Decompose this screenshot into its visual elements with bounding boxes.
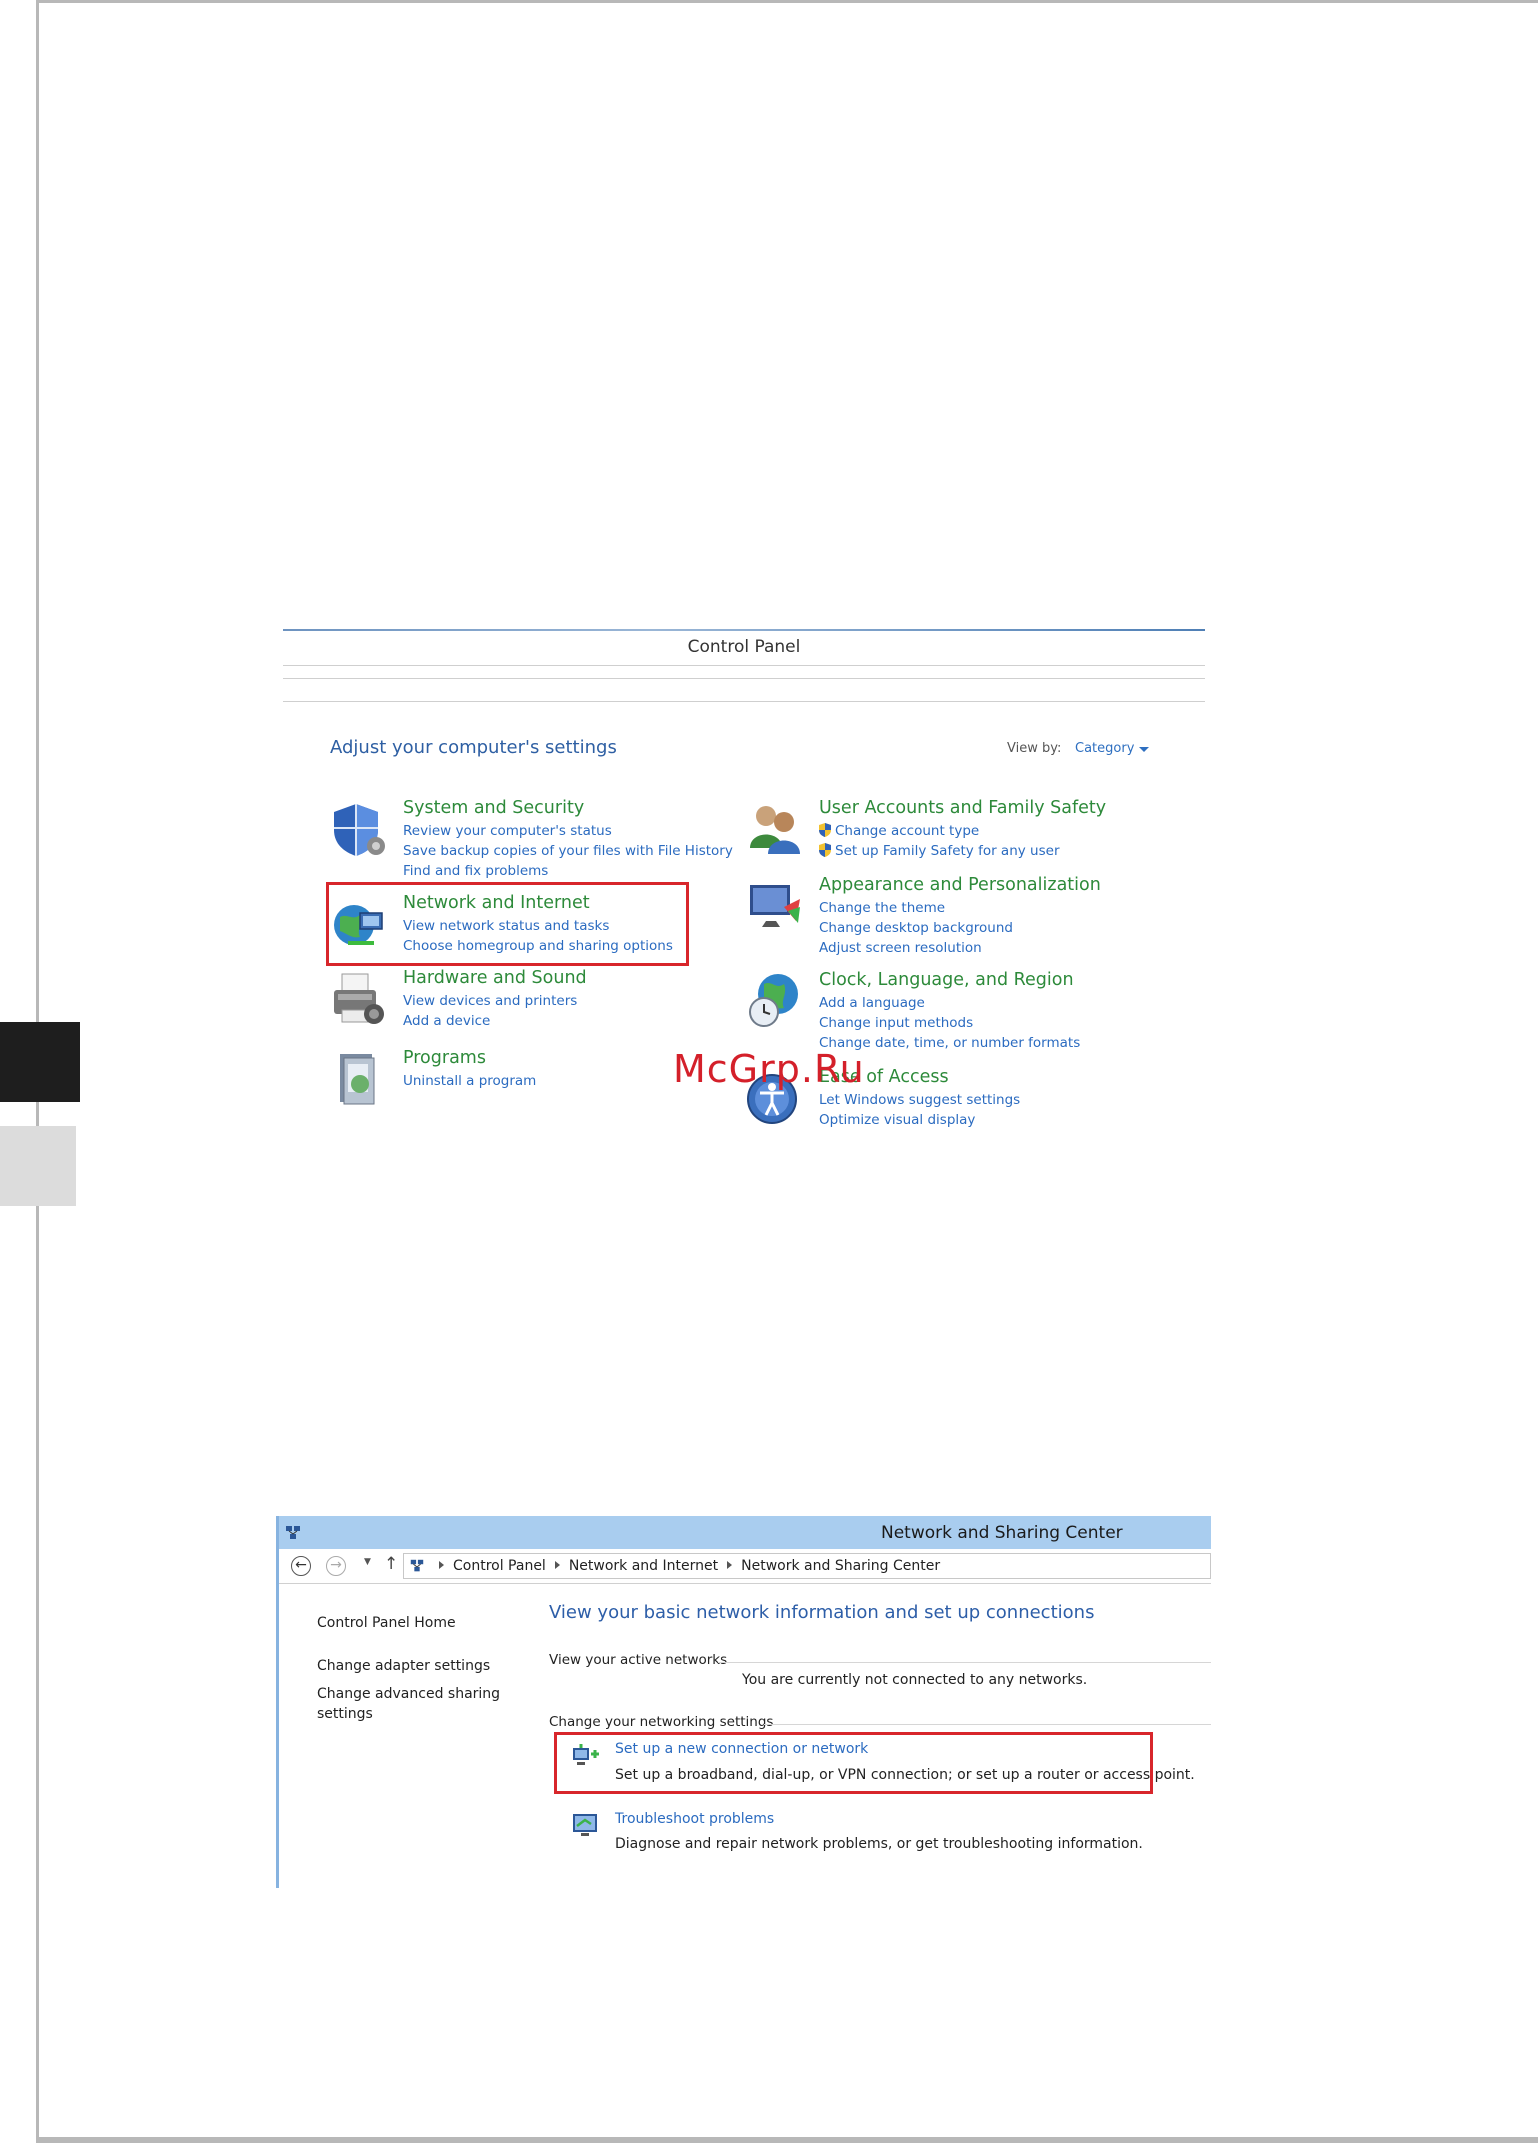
- breadcrumb-item[interactable]: Control Panel: [453, 1558, 546, 1574]
- category-link[interactable]: Optimize visual display: [819, 1110, 1020, 1130]
- users-icon: [750, 806, 800, 854]
- category-link[interactable]: Set up Family Safety for any user: [819, 841, 1060, 861]
- network-app-icon: [286, 1526, 300, 1539]
- highlight-network-internet: [326, 882, 689, 966]
- page-bottom-border: [36, 2137, 1538, 2143]
- printer-icon: [334, 973, 384, 1024]
- category-link[interactable]: Let Windows suggest settings: [819, 1090, 1020, 1110]
- section-divider: [764, 1724, 1211, 1725]
- category-link[interactable]: Change account type: [819, 821, 1060, 841]
- title-bar: Network and Sharing Center: [276, 1516, 1211, 1549]
- divider: [283, 701, 1205, 702]
- sidebar-item-home[interactable]: Control Panel Home: [317, 1612, 456, 1633]
- breadcrumb-item[interactable]: Network and Sharing Center: [741, 1558, 940, 1574]
- category-link[interactable]: Add a language: [819, 993, 1080, 1013]
- troubleshoot-link[interactable]: Troubleshoot problems: [615, 1811, 774, 1827]
- chevron-down-icon[interactable]: [1139, 747, 1149, 752]
- divider: [283, 665, 1205, 666]
- category-title[interactable]: Hardware and Sound: [403, 968, 587, 988]
- category-link[interactable]: Find and fix problems: [403, 861, 733, 881]
- uac-shield-icon: [819, 843, 831, 857]
- sidebar-item-advanced-sharing[interactable]: Change advanced sharing settings: [317, 1684, 500, 1724]
- address-bar: ← → ▼ ↑ Control Panel Network and Interne…: [279, 1549, 1211, 1583]
- page-heading: Adjust your computer's settings: [330, 737, 617, 758]
- category-link[interactable]: Change the theme: [819, 898, 1013, 918]
- category-link-label: Change account type: [835, 823, 980, 839]
- connection-status: You are currently not connected to any n…: [742, 1672, 1088, 1688]
- breadcrumb: Control Panel Network and Internet Network…: [430, 1558, 940, 1574]
- category-link[interactable]: View devices and printers: [403, 991, 577, 1011]
- title-accent-line: [283, 629, 1205, 631]
- highlight-setup-connection: [554, 1732, 1153, 1794]
- category-link-label: Set up Family Safety for any user: [835, 843, 1060, 859]
- recent-pages-chevron-icon[interactable]: ▼: [364, 1557, 371, 1567]
- change-settings-label: Change your networking settings: [549, 1714, 774, 1730]
- forward-arrow-icon[interactable]: →: [326, 1556, 346, 1576]
- category-title[interactable]: Programs: [403, 1048, 486, 1068]
- up-arrow-icon[interactable]: ↑: [384, 1554, 398, 1574]
- breadcrumb-separator-icon[interactable]: [727, 1561, 733, 1569]
- programs-icon: [340, 1054, 375, 1105]
- category-link[interactable]: Review your computer's status: [403, 821, 733, 841]
- main-title: View your basic network information and …: [549, 1602, 1095, 1623]
- uac-shield-icon: [819, 823, 831, 837]
- divider: [279, 1583, 1211, 1584]
- breadcrumb-item[interactable]: Network and Internet: [569, 1558, 718, 1574]
- view-by-label: View by:: [1007, 741, 1062, 756]
- network-location-icon: [410, 1559, 424, 1572]
- clock-globe-icon: [749, 974, 798, 1027]
- active-networks-label: View your active networks: [549, 1652, 728, 1668]
- monitor-icon: [750, 885, 800, 927]
- network-sharing-center-window: Network and Sharing Center ← → ▼ ↑ Contr…: [276, 1516, 1211, 1888]
- chapter-tab-dark: [0, 1022, 80, 1102]
- divider: [283, 678, 1205, 679]
- watermark: McGrp.Ru: [673, 1047, 865, 1091]
- sidebar-item-label: Change adapter settings: [317, 1658, 491, 1674]
- sidebar-item-label: Change advanced sharing: [317, 1686, 501, 1702]
- shield-icon: [334, 804, 385, 856]
- back-arrow-icon[interactable]: ←: [291, 1556, 311, 1576]
- category-title[interactable]: User Accounts and Family Safety: [819, 798, 1106, 818]
- sidebar-item-adapter-settings[interactable]: Change adapter settings: [317, 1655, 490, 1676]
- control-panel-title: Control Panel: [687, 637, 801, 657]
- category-link[interactable]: Change desktop background: [819, 918, 1013, 938]
- section-divider: [718, 1662, 1211, 1663]
- address-field[interactable]: Control Panel Network and Internet Network…: [403, 1553, 1211, 1579]
- category-title[interactable]: Appearance and Personalization: [819, 875, 1101, 895]
- category-title[interactable]: Clock, Language, and Region: [819, 970, 1074, 990]
- category-link[interactable]: Add a device: [403, 1011, 577, 1031]
- task-description: Diagnose and repair network problems, or…: [615, 1836, 1143, 1852]
- category-link[interactable]: Change input methods: [819, 1013, 1080, 1033]
- view-by-dropdown[interactable]: Category: [1075, 741, 1134, 756]
- chapter-tab-light: [0, 1126, 76, 1206]
- sidebar-item-label: Control Panel Home: [317, 1615, 456, 1631]
- sidebar-item-label: settings: [317, 1706, 373, 1722]
- category-link[interactable]: Save backup copies of your files with Fi…: [403, 841, 733, 861]
- category-title[interactable]: System and Security: [403, 798, 584, 818]
- window-title: Network and Sharing Center: [881, 1523, 1123, 1543]
- category-link[interactable]: Uninstall a program: [403, 1071, 536, 1091]
- breadcrumb-separator-icon[interactable]: [554, 1561, 560, 1569]
- category-link[interactable]: Adjust screen resolution: [819, 938, 1013, 958]
- troubleshoot-icon: [573, 1814, 597, 1836]
- breadcrumb-separator-icon[interactable]: [439, 1561, 444, 1569]
